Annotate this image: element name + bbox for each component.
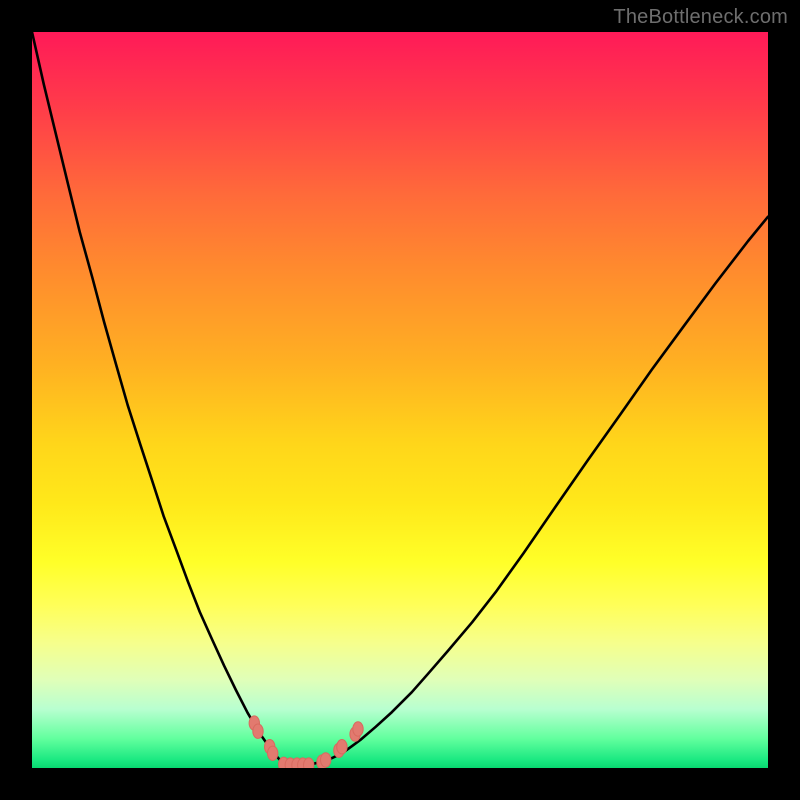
bead-marker xyxy=(337,740,347,754)
chart-frame: TheBottleneck.com xyxy=(0,0,800,800)
valley-markers xyxy=(249,716,363,768)
bead-marker xyxy=(321,753,331,767)
curve-svg xyxy=(32,32,768,768)
plot-area xyxy=(32,32,768,768)
watermark-text: TheBottleneck.com xyxy=(613,6,788,29)
bead-marker xyxy=(268,746,278,760)
bottleneck-curve xyxy=(32,32,768,765)
bead-marker xyxy=(304,758,314,768)
bead-marker xyxy=(253,724,263,738)
bead-marker xyxy=(353,722,363,736)
